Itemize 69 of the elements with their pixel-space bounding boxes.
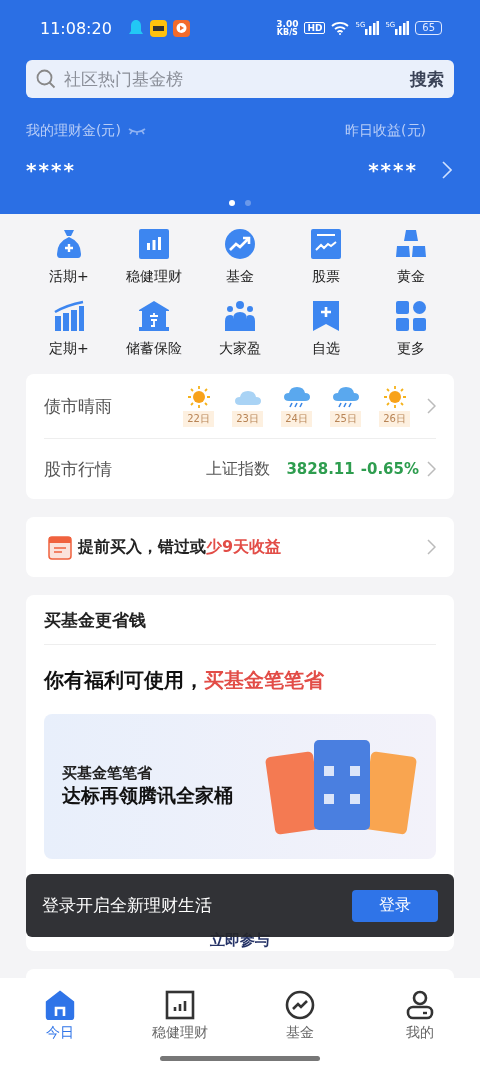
trend-icon[interactable] [224, 228, 256, 260]
day-label: 22日 [183, 411, 214, 427]
signal-icon [395, 21, 410, 35]
shortcut-label[interactable]: 黄金 [397, 268, 426, 286]
trend-icon [285, 990, 315, 1020]
tab[interactable]: 基金 [255, 990, 345, 1072]
home-icon [45, 990, 75, 1020]
bond-weather-label: 债市晴雨 [44, 394, 112, 418]
signal-icon [365, 21, 380, 35]
user-icon [405, 990, 435, 1020]
banner-title: 达标再领腾讯全家桶 [62, 783, 234, 808]
index-name: 上证指数 [206, 458, 271, 480]
search-icon [36, 69, 56, 89]
bar-chart-icon [165, 990, 195, 1020]
promo-headline: 你有福利可使用，买基金笔笔省 [44, 667, 325, 694]
eye-closed-icon[interactable] [126, 126, 147, 136]
grid-icon[interactable] [395, 300, 428, 332]
shortcut-label[interactable]: 更多 [397, 340, 426, 358]
battery-level: 65 [415, 21, 442, 35]
tab[interactable]: 今日 [15, 990, 105, 1072]
asset-value: **** [26, 158, 76, 182]
video-app-icon [172, 19, 190, 37]
shortcut-label[interactable]: 股票 [311, 268, 340, 286]
day-label: 24日 [281, 411, 312, 427]
ingots-icon[interactable] [395, 228, 428, 260]
day-label: 26日 [379, 411, 410, 427]
network-speed: 3.00 [276, 19, 299, 29]
app-icon [149, 19, 167, 37]
bank-icon[interactable] [138, 300, 171, 332]
rain-cloud-icon [331, 385, 360, 409]
index-value: 3828.11 [286, 460, 355, 478]
rain-cloud-icon [282, 385, 311, 409]
section-title: 买基金更省钱 [44, 609, 147, 632]
tab[interactable]: 稳健理财 [135, 990, 225, 1072]
notice-text[interactable]: 提前买入，错过或少9天收益 [78, 536, 282, 558]
shortcut-label[interactable]: 活期+ [48, 268, 89, 286]
day-label: 23日 [232, 411, 263, 427]
shortcut-label[interactable]: 基金 [226, 268, 254, 286]
banner-subtitle: 买基金笔笔省 [62, 764, 153, 783]
search-button[interactable]: 搜索 [410, 67, 444, 91]
line-chart-icon[interactable] [309, 228, 342, 260]
shortcut-label[interactable]: 储蓄保险 [126, 340, 183, 358]
yesterday-earnings-label: 昨日收益(元) [345, 122, 426, 140]
yesterday-earnings-value: **** [368, 158, 418, 182]
bar-chart-icon[interactable] [138, 228, 171, 260]
chevron-right-icon[interactable] [427, 539, 436, 555]
chevron-right-icon[interactable] [427, 398, 436, 414]
search-field[interactable]: 社区热门基金榜 搜索 [26, 60, 454, 98]
growth-chart-icon[interactable] [52, 300, 85, 332]
login-button[interactable]: 登录 [352, 889, 438, 922]
network-speed-unit: KB/S [276, 28, 298, 37]
shortcut-label[interactable]: 大家盈 [219, 340, 261, 358]
day-label: 25日 [330, 411, 361, 427]
index-change: -0.65% [360, 460, 419, 478]
status-time: 11:08:20 [40, 18, 112, 38]
shortcut-label[interactable]: 稳健理财 [126, 268, 183, 286]
people-icon[interactable] [224, 300, 256, 332]
calendar-icon [48, 534, 72, 560]
shortcut-label[interactable]: 自选 [311, 340, 340, 358]
hd-badge: HD [304, 22, 326, 34]
tab[interactable]: 我的 [375, 990, 465, 1072]
chevron-right-icon[interactable] [442, 161, 452, 179]
wifi-icon [331, 21, 350, 35]
toast-message: 登录开启全新理财生活 [42, 894, 212, 917]
asset-label: 我的理财金(元) [26, 122, 121, 140]
promo-banner[interactable]: 买基金笔笔省 达标再领腾讯全家桶 [44, 714, 436, 859]
stock-market-label: 股市行情 [44, 457, 112, 481]
chevron-right-icon[interactable] [427, 461, 436, 477]
shortcut-label[interactable]: 定期+ [48, 340, 89, 358]
